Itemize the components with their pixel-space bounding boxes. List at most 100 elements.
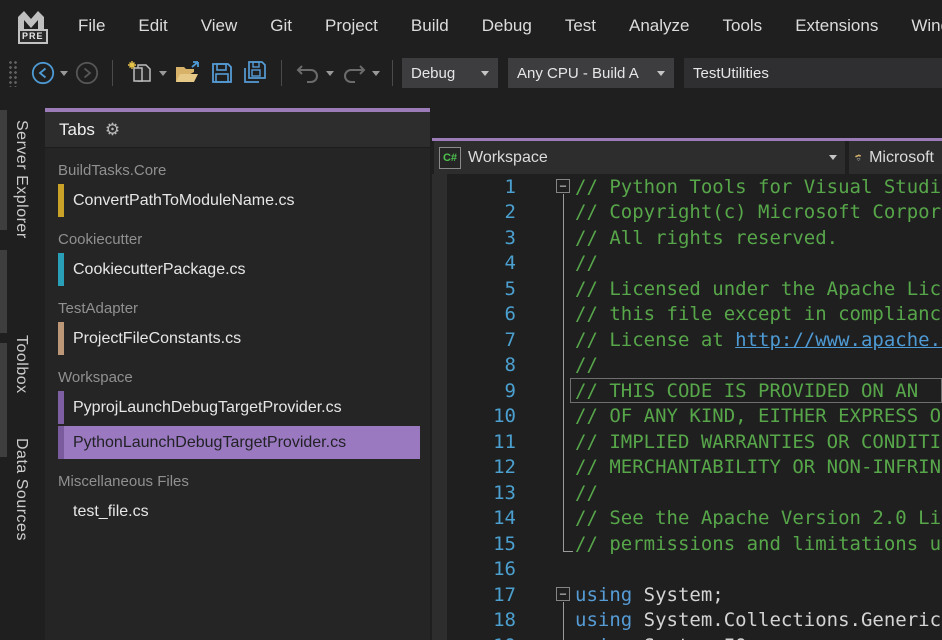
- code-line[interactable]: 7// License at http://www.apache.org/lic…: [432, 327, 942, 353]
- redo-icon: [340, 60, 368, 86]
- background-panel-block: [0, 110, 7, 230]
- undo-dropdown-caret[interactable]: [326, 71, 334, 76]
- gear-icon[interactable]: ⚙: [105, 120, 120, 140]
- tab-item-pyprojlaunchdebugtargetprovidercs[interactable]: PyprojLaunchDebugTargetProvider.cs: [58, 391, 420, 424]
- document-tab-microsoft[interactable]: Microsoft: [849, 141, 942, 174]
- tool-tab-server-explorer[interactable]: Server Explorer: [12, 120, 30, 239]
- code-text: // See the Apache Version 2.0 License fo…: [575, 507, 942, 529]
- tab-item-cookiecutterpackagecs[interactable]: CookiecutterPackage.cs: [58, 253, 420, 286]
- back-dropdown-caret[interactable]: [60, 71, 68, 76]
- code-line[interactable]: 6// this file except in compliance with …: [432, 302, 942, 328]
- code-text: //: [575, 354, 598, 376]
- vs-window: PRE FileEditViewGitProjectBuildDebugTest…: [0, 0, 942, 640]
- open-file-button[interactable]: [173, 59, 203, 87]
- menu-item-test[interactable]: Test: [565, 16, 596, 36]
- code-line[interactable]: 13//: [432, 480, 942, 506]
- menu-item-build[interactable]: Build: [411, 16, 449, 36]
- document-tab-workspace[interactable]: C# Workspace: [434, 141, 845, 174]
- code-text: // OF ANY KIND, EITHER EXPRESS OR IMPLIE…: [575, 405, 942, 427]
- current-statement-box: [570, 378, 942, 403]
- navigate-back-button[interactable]: [30, 60, 68, 86]
- startup-project-combo[interactable]: TestUtilities: [684, 58, 942, 88]
- tab-group-header-testadapter: TestAdapter: [58, 298, 430, 320]
- left-tool-tab-strip: Server Explorer Toolbox Data Sources: [0, 94, 45, 640]
- outlining-guide-line: [563, 194, 564, 552]
- code-line[interactable]: 14// See the Apache Version 2.0 License …: [432, 506, 942, 532]
- menu-item-debug[interactable]: Debug: [482, 16, 532, 36]
- menu-item-view[interactable]: View: [201, 16, 238, 36]
- startup-project-value: TestUtilities: [693, 65, 769, 82]
- document-tab-strip: C# Workspace Microsoft: [434, 141, 942, 174]
- menu-item-git[interactable]: Git: [270, 16, 292, 36]
- code-line[interactable]: 8 //: [432, 353, 942, 379]
- code-line[interactable]: 11// IMPLIED WARRANTIES OR CONDITIONS OF…: [432, 429, 942, 455]
- tab-item-convertpathtomodulenamecs[interactable]: ConvertPathToModuleName.cs: [58, 184, 420, 217]
- tab-group-header-cookiecutter: Cookiecutter: [58, 229, 430, 251]
- menu-item-analyze[interactable]: Analyze: [629, 16, 689, 36]
- tool-tab-toolbox[interactable]: Toolbox: [12, 335, 30, 394]
- menu-bar: PRE FileEditViewGitProjectBuildDebugTest…: [0, 0, 942, 52]
- tabs-panel-title: Tabs: [59, 120, 95, 140]
- code-line[interactable]: 5// Licensed under the Apache License, V…: [432, 276, 942, 302]
- tab-item-projectfileconstantscs[interactable]: ProjectFileConstants.cs: [58, 322, 420, 355]
- code-line[interactable]: 15// permissions and limitations under t…: [432, 531, 942, 557]
- line-number: 16: [432, 558, 516, 580]
- solution-platform-combo[interactable]: Any CPU - Build A: [508, 58, 674, 88]
- code-line[interactable]: 12// MERCHANTABILITY OR NON-INFRINGEMENT…: [432, 455, 942, 481]
- code-link[interactable]: http://www.apache.org/licenses/LICENSE-2…: [735, 329, 942, 351]
- outlining-collapse-button[interactable]: −: [556, 587, 570, 601]
- code-text: // this file except in compliance with t…: [575, 303, 942, 325]
- code-comment: // OF ANY KIND, EITHER EXPRESS OR IMPLIE…: [575, 405, 942, 427]
- code-line[interactable]: 3// All rights reserved.: [432, 225, 942, 251]
- code-text: // IMPLIED WARRANTIES OR CONDITIONS OF T…: [575, 431, 942, 453]
- menu-item-project[interactable]: Project: [325, 16, 378, 36]
- code-line[interactable]: 16: [432, 557, 942, 583]
- tab-item-label: PyprojLaunchDebugTargetProvider.cs: [73, 399, 342, 417]
- code-line[interactable]: 17using System;: [432, 582, 942, 608]
- navigate-forward-button[interactable]: [74, 60, 100, 86]
- menu-item-edit[interactable]: Edit: [138, 16, 167, 36]
- platform-value: Any CPU - Build A: [517, 65, 639, 82]
- code-comment: // Copyright(c) Microsoft Corporation: [575, 201, 942, 223]
- back-icon: [30, 60, 56, 86]
- tool-tab-data-sources[interactable]: Data Sources: [12, 438, 30, 541]
- code-line[interactable]: 10// OF ANY KIND, EITHER EXPRESS OR IMPL…: [432, 404, 942, 430]
- line-number: 4: [432, 252, 516, 274]
- main-toolbar: Debug Any CPU - Build A TestUtilities: [0, 52, 942, 94]
- csharp-project-icon: C#: [439, 147, 461, 169]
- file-color-bar: [58, 184, 64, 217]
- redo-button[interactable]: [340, 60, 380, 86]
- code-text: // Licensed under the Apache License, Ve…: [575, 278, 942, 300]
- menu-item-file[interactable]: File: [78, 16, 105, 36]
- tab-item-pythonlaunchdebugtargetprovidercs[interactable]: PythonLaunchDebugTargetProvider.cs: [58, 426, 420, 459]
- code-line[interactable]: 19using System.IO;: [432, 633, 942, 640]
- line-number: 8: [432, 354, 516, 376]
- menu-item-window[interactable]: Window: [911, 16, 942, 36]
- line-number: 18: [432, 609, 516, 631]
- code-text: // License at http://www.apache.org/lice…: [575, 329, 942, 351]
- code-comment: //: [575, 354, 598, 376]
- code-keyword: using: [575, 635, 632, 640]
- tab-item-label: CookiecutterPackage.cs: [73, 261, 246, 279]
- tab-group-header-miscellaneous-files: Miscellaneous Files: [58, 471, 430, 493]
- redo-dropdown-caret[interactable]: [372, 71, 380, 76]
- new-file-button[interactable]: [125, 59, 167, 87]
- undo-button[interactable]: [294, 60, 334, 86]
- menu-item-tools[interactable]: Tools: [723, 16, 763, 36]
- outlining-collapse-button[interactable]: −: [556, 179, 570, 193]
- background-panel-block: [0, 343, 7, 457]
- menu-item-extensions[interactable]: Extensions: [795, 16, 878, 36]
- code-editor[interactable]: 1// Python Tools for Visual Studio2// Co…: [432, 174, 942, 640]
- solution-configuration-combo[interactable]: Debug: [402, 58, 498, 88]
- code-text: // All rights reserved.: [575, 227, 838, 249]
- tab-dropdown-caret[interactable]: [829, 155, 837, 160]
- code-line[interactable]: 4//: [432, 251, 942, 277]
- code-line[interactable]: 18using System.Collections.Generic;: [432, 608, 942, 634]
- code-line[interactable]: 2// Copyright(c) Microsoft Corporation: [432, 200, 942, 226]
- save-all-button[interactable]: [241, 60, 269, 86]
- toolbar-drag-grip[interactable]: [8, 60, 19, 87]
- tab-item-testfilecs[interactable]: test_file.cs: [58, 495, 420, 528]
- new-file-dropdown-caret[interactable]: [159, 71, 167, 76]
- save-button[interactable]: [209, 60, 235, 86]
- code-line[interactable]: 1// Python Tools for Visual Studio: [432, 174, 942, 200]
